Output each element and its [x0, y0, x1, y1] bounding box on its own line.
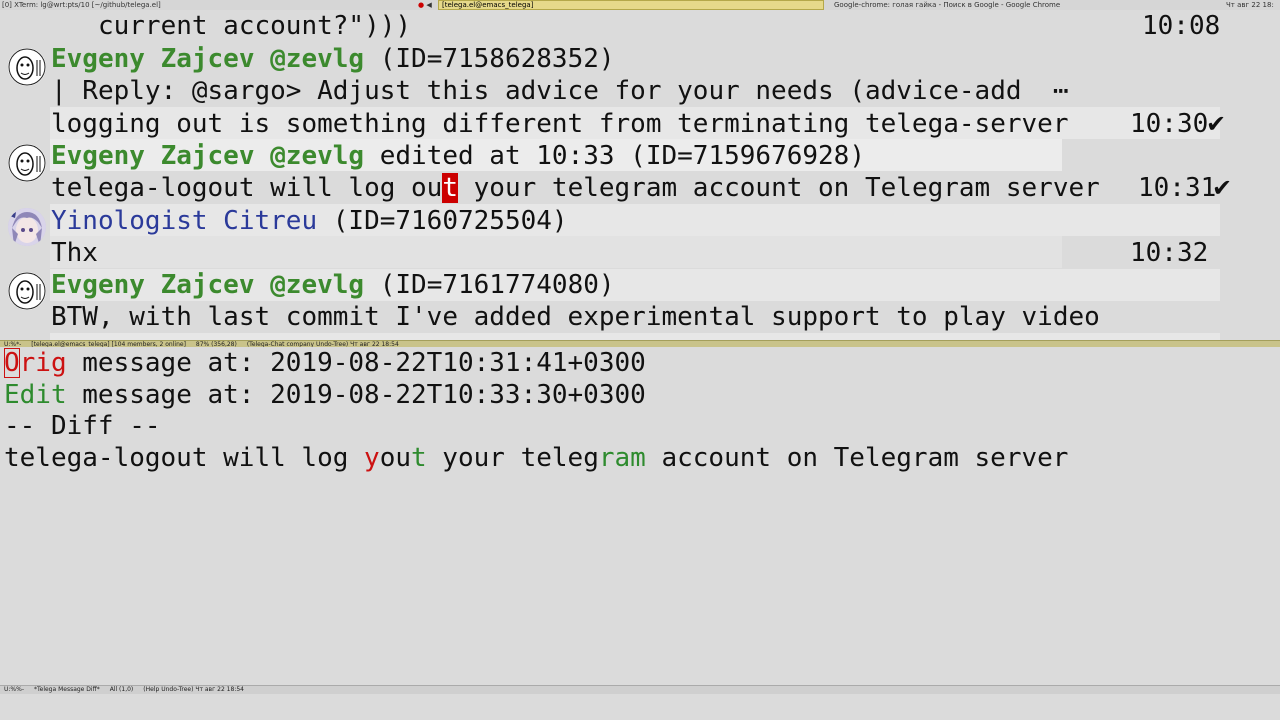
message-time: 10:32 — [1130, 238, 1209, 268]
edit-label: Edit — [4, 380, 67, 410]
orig-timestamp: message at: 2019-08-22T10:31:41+0300 — [66, 348, 646, 378]
message-header: Evgeny Zajcev @zevlg (ID=7161774080) — [0, 269, 1280, 340]
clock: Чт авг 22 18: — [1226, 1, 1274, 9]
emacs-window-title[interactable]: [telega.el@emacs_telega] — [438, 0, 824, 10]
sender-name[interactable]: Evgeny Zajcev @zevlg — [51, 141, 364, 171]
read-check-icon: ✔ — [1206, 110, 1227, 138]
diff-header: -- Diff -- — [4, 411, 161, 441]
diff-common: ou — [379, 443, 411, 473]
buffer-status: U:%%- — [4, 686, 24, 693]
header-background — [50, 333, 1220, 340]
message-header: Yinologist Citreu (ID=7160725504) — [0, 205, 1280, 301]
diff-added: t — [411, 443, 427, 473]
diff-common: account on Telegram server — [645, 443, 1069, 473]
message-body-selected: telega-logout will log out your telegram… — [0, 172, 1280, 268]
message-text: Thx — [51, 238, 98, 268]
message-time: 10:31 — [1138, 173, 1217, 203]
point-cursor: O — [4, 348, 20, 378]
chrome-window-title[interactable]: Google-chrome: голая гайка - Поиск в Goo… — [834, 0, 1060, 10]
reply-text[interactable]: | Reply: @sargo> Adjust this advice for … — [51, 75, 1068, 107]
sender-meta: (ID=7160725504) — [317, 206, 568, 236]
diff-common: your teleg — [426, 443, 599, 473]
edit-line: Edit message at: 2019-08-22T10:33:30+030… — [4, 379, 646, 411]
message-time: 10:30 — [1130, 109, 1209, 139]
message-text: logging out is something different from … — [51, 109, 1069, 139]
sender-name[interactable]: Evgeny Zajcev @zevlg — [51, 270, 364, 300]
message-body: Thx 10:32 — [0, 237, 1280, 269]
previous-message-tail: current account?"))) 10:08 — [0, 10, 1280, 42]
major-modes[interactable]: (Help Undo-Tree) Чт авг 22 18:54 — [143, 686, 244, 693]
message-body: BTW, with last commit I've added experim… — [0, 301, 1280, 333]
edit-timestamp: message at: 2019-08-22T10:33:30+0300 — [66, 380, 646, 410]
diff-common: telega-logout will log — [4, 443, 365, 473]
sender-meta: (ID=7158628352) — [364, 44, 615, 74]
message-text: current account?"))) — [51, 11, 412, 41]
diff-removed: y — [364, 443, 380, 473]
reply-line: | Reply: @sargo> Adjust this advice for … — [0, 75, 1280, 171]
orig-label: rig — [19, 348, 67, 378]
xterm-window-title[interactable]: [0] XTerm: lg@wrt:pts/10 [~/github/teleg… — [2, 0, 161, 10]
minibuffer[interactable] — [0, 694, 1280, 720]
read-check-icon: ✔ — [1212, 174, 1233, 202]
diff-added: ram — [598, 443, 646, 473]
diff-mode-line: U:%%- *Telega Message Diff* All (1,0) (Help… — [0, 685, 1280, 694]
message-text-rest: your telegram account on Telegram server — [458, 173, 1100, 203]
message-time: 10:08 — [1142, 11, 1221, 41]
sender-meta: (ID=7161774080) — [364, 270, 615, 300]
text-cursor: t — [442, 173, 458, 203]
sender-meta: edited at 10:33 (ID=7159676928) — [364, 141, 865, 171]
buffer-name[interactable]: *Telega Message Diff* — [34, 686, 100, 693]
orig-line: Orig message at: 2019-08-22T10:31:41+030… — [4, 347, 646, 379]
message-header: Evgeny Zajcev @zevlg (ID=7158628352) — [0, 43, 1280, 139]
message-header: Evgeny Zajcev @zevlg edited at 10:33 (ID… — [0, 140, 1280, 236]
diff-content: telega-logout will log yout your telegra… — [4, 442, 1068, 474]
message-text: telega-logout will log ou — [51, 173, 443, 203]
sender-name[interactable]: Evgeny Zajcev @zevlg — [51, 44, 364, 74]
window-manager-bar: [0] XTerm: lg@wrt:pts/10 [~/github/teleg… — [0, 0, 1280, 10]
sender-name[interactable]: Yinologist Citreu — [51, 206, 317, 236]
active-window-marker: ● ◀ — [418, 1, 432, 9]
chat-buffer[interactable]: current account?"))) 10:08 Evgeny Zajcev… — [0, 10, 1280, 340]
buffer-position: All (1,0) — [109, 686, 134, 693]
message-body: logging out is something different from … — [0, 108, 1280, 140]
message-diff-buffer[interactable]: Orig message at: 2019-08-22T10:31:41+030… — [0, 347, 1280, 685]
message-text: BTW, with last commit I've added experim… — [51, 302, 1100, 332]
